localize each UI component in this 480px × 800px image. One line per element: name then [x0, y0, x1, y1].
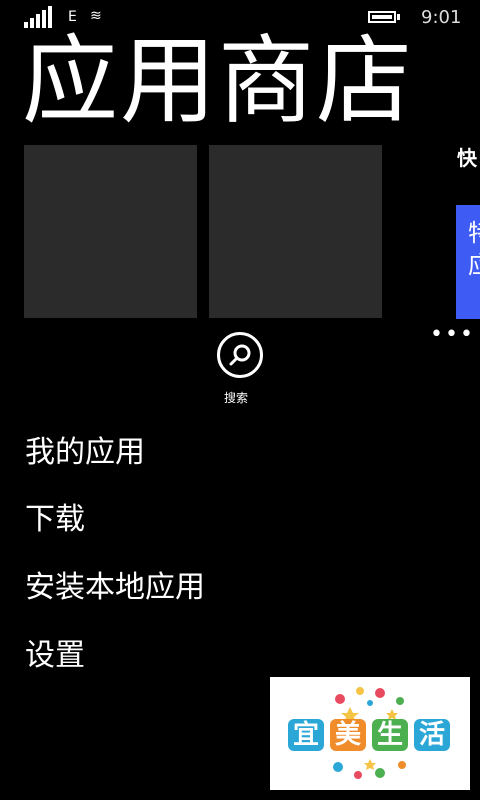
menu-item-install-local[interactable]: 安装本地应用	[25, 568, 205, 608]
data-icon: ≋	[90, 8, 102, 24]
featured-card-line2: 应	[468, 245, 480, 280]
menu-item-my-apps[interactable]: 我的应用	[25, 433, 145, 473]
search-label: 搜索	[224, 391, 249, 405]
battery-tip	[397, 14, 400, 20]
battery-icon	[368, 11, 396, 23]
watermark-char-4: 活	[414, 719, 450, 751]
more-icon[interactable]: •••	[430, 322, 475, 347]
menu-item-settings[interactable]: 设置	[25, 636, 85, 676]
search-button[interactable]	[217, 332, 263, 378]
watermark-char-1: 宜	[288, 719, 324, 751]
page-title: 应用商店	[22, 25, 414, 137]
watermark-char-2: 美	[330, 719, 366, 751]
watermark-char-3: 生	[372, 719, 408, 751]
next-section-label: 快	[457, 146, 477, 170]
menu-item-downloads[interactable]: 下载	[25, 500, 85, 540]
search-icon	[229, 344, 251, 366]
featured-card[interactable]: 特 应	[456, 205, 480, 319]
watermark-logo: 宜 美 生 活	[270, 677, 470, 790]
app-tile-2[interactable]	[209, 145, 382, 318]
featured-card-line1: 特	[468, 213, 480, 248]
clock: 9:01	[421, 7, 462, 28]
app-tile-1[interactable]	[24, 145, 197, 318]
network-type: E	[68, 9, 77, 25]
